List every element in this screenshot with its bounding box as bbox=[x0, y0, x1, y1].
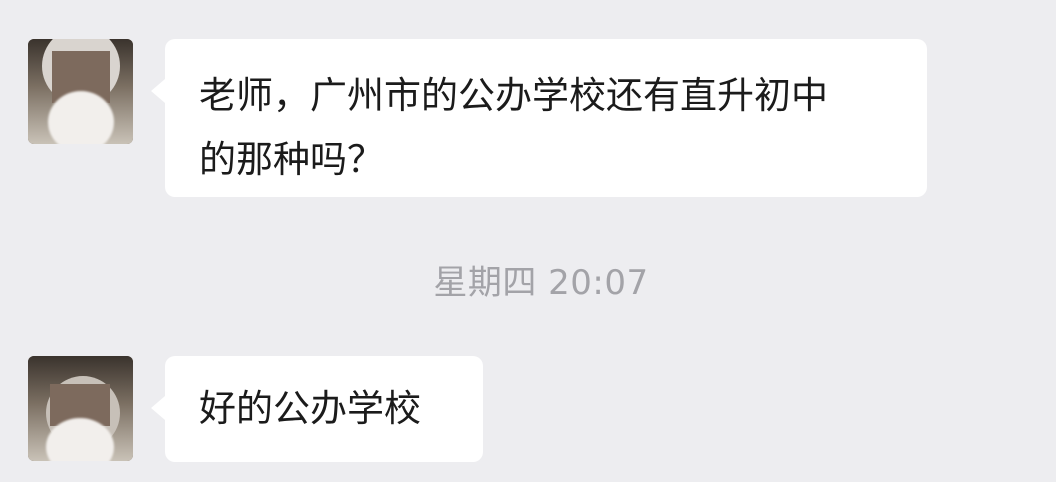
chat-view: 老师，广州市的公办学校还有直升初中 的那种吗？ 星期四 20:07 好的公办学校 bbox=[0, 0, 1056, 482]
message-text-line: 的那种吗？ bbox=[199, 138, 384, 181]
sender-avatar[interactable] bbox=[28, 356, 133, 461]
sender-avatar[interactable] bbox=[28, 39, 133, 144]
message-bubble-received[interactable]: 老师，广州市的公办学校还有直升初中 的那种吗？ bbox=[151, 39, 927, 197]
message-text: 好的公办学校 bbox=[199, 387, 421, 430]
message-text-line: 老师，广州市的公办学校还有直升初中 bbox=[199, 74, 828, 117]
message-bubble-received[interactable]: 好的公办学校 bbox=[151, 356, 483, 462]
message-timestamp: 星期四 20:07 bbox=[433, 263, 649, 303]
avatar-blur-face bbox=[48, 91, 114, 144]
